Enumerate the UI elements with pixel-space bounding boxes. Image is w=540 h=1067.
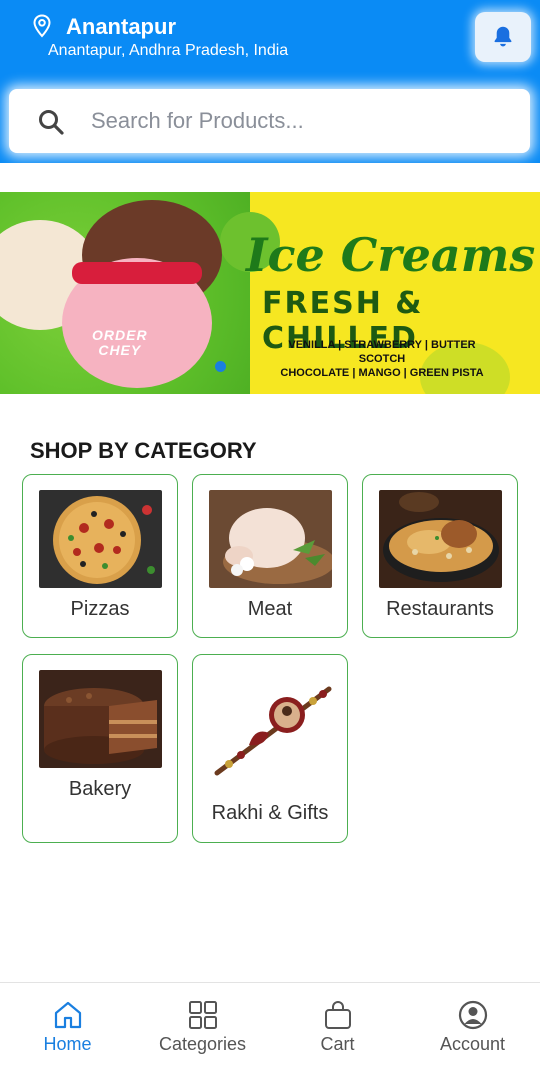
rakhi-image — [209, 675, 332, 785]
section-title: SHOP BY CATEGORY — [30, 438, 257, 463]
search-icon — [39, 110, 64, 135]
location-address[interactable]: Anantapur, Andhra Pradesh, India — [48, 42, 288, 60]
user-circle-icon — [458, 1000, 487, 1030]
notifications-button[interactable] — [475, 12, 531, 62]
nav-account[interactable]: Account — [405, 983, 540, 1067]
nav-label: Categories — [158, 1034, 247, 1054]
category-card-rakhi-gifts[interactable]: Rakhi & Gifts — [192, 654, 348, 843]
category-card-pizzas[interactable]: Pizzas — [22, 474, 178, 638]
promo-banner[interactable]: ORDER CHEY Ice Creams FRESH & CHILLED VE… — [0, 192, 540, 394]
nav-label: Cart — [320, 1034, 355, 1054]
category-label: Meat — [247, 598, 293, 620]
location-header: Anantapur Anantapur, Andhra Pradesh, Ind… — [0, 0, 540, 163]
nav-cart[interactable]: Cart — [270, 983, 405, 1067]
grid-icon — [188, 1001, 217, 1029]
category-card-restaurants[interactable]: Restaurants — [362, 474, 518, 638]
category-card-bakery[interactable]: Bakery — [22, 654, 178, 843]
carousel-dot-active[interactable] — [215, 361, 226, 372]
nav-label: Account — [439, 1034, 506, 1054]
meat-image — [209, 490, 332, 588]
biryani-image — [379, 490, 502, 588]
pizza-image — [39, 490, 162, 588]
location-city[interactable]: Anantapur — [66, 14, 176, 40]
category-label: Pizzas — [70, 598, 130, 620]
category-label: Restaurants — [386, 598, 494, 620]
map-pin-icon — [33, 14, 51, 38]
cake-image — [39, 670, 162, 768]
nav-label: Home — [43, 1034, 92, 1054]
category-card-meat[interactable]: Meat — [192, 474, 348, 638]
search-bar[interactable] — [9, 89, 530, 153]
nav-categories[interactable]: Categories — [135, 983, 270, 1067]
nav-home[interactable]: Home — [0, 983, 135, 1067]
app-screen: Anantapur Anantapur, Andhra Pradesh, Ind… — [0, 0, 540, 1067]
category-label: Bakery — [68, 778, 132, 800]
banner-flavors: VENILLA | STRAWBERRY | BUTTER SCOTCH CHO… — [280, 339, 484, 379]
banner-logo-text: ORDER CHEY — [92, 327, 148, 358]
banner-title: Ice Creams — [246, 228, 536, 282]
search-input[interactable] — [91, 103, 511, 139]
bottom-navigation: Home Categories Cart Account — [0, 982, 540, 1067]
category-label: Rakhi & Gifts — [211, 802, 329, 824]
bell-icon — [494, 26, 512, 47]
home-icon — [54, 1001, 81, 1029]
shopping-bag-icon — [324, 1001, 351, 1029]
